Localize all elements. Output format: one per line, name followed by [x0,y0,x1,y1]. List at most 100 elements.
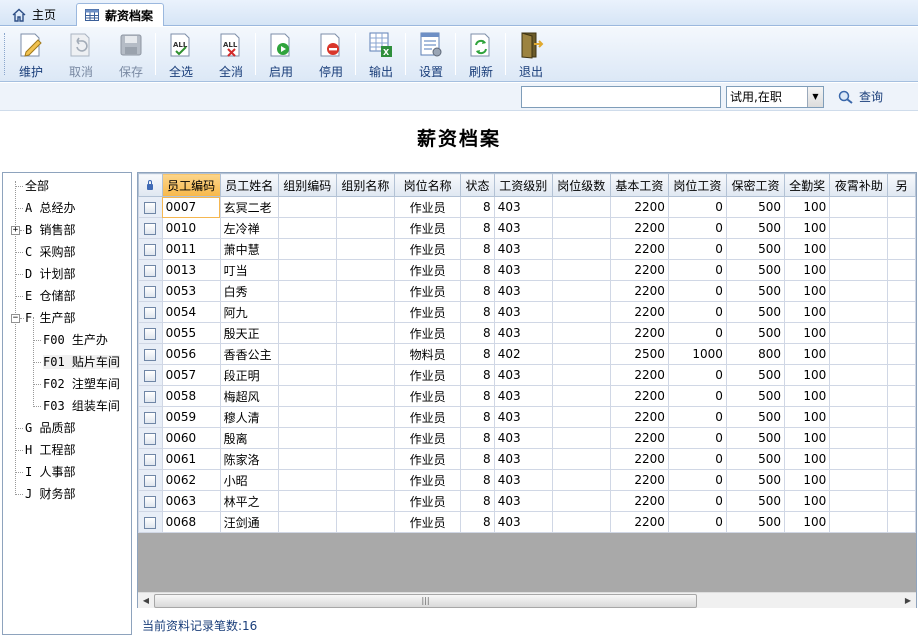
table-cell[interactable] [277,238,337,260]
column-header[interactable]: 岗位级数 [551,173,611,197]
table-cell[interactable]: 500 [725,385,786,407]
table-cell[interactable]: 2200 [609,490,669,512]
column-header[interactable]: 组别编码 [277,173,337,197]
table-cell[interactable]: 阿九 [219,301,279,323]
row-checkbox-cell[interactable] [138,448,163,470]
table-cell[interactable] [829,301,889,323]
chevron-down-icon[interactable]: ▼ [807,87,823,107]
table-cell[interactable]: 作业员 [393,238,462,260]
table-cell[interactable] [887,259,916,281]
table-cell[interactable]: 0 [667,259,727,281]
table-cell[interactable] [335,322,395,344]
table-cell[interactable]: 500 [725,301,786,323]
table-cell[interactable]: 陈家洛 [219,448,279,470]
table-cell[interactable]: 作业员 [393,448,462,470]
tree-item-planning[interactable]: D 计划部 [25,265,75,283]
table-cell[interactable]: 0062 [161,469,221,491]
search-input[interactable] [521,86,721,108]
table-cell[interactable]: 0054 [161,301,221,323]
table-cell[interactable] [551,427,611,449]
table-cell[interactable]: 0053 [161,280,221,302]
table-cell[interactable]: 500 [725,511,786,533]
table-cell[interactable]: 林平之 [219,490,279,512]
column-header[interactable]: 保密工资 [725,173,786,197]
table-cell[interactable]: 2200 [609,196,669,218]
table-cell[interactable] [551,280,611,302]
table-cell[interactable] [551,217,611,239]
table-cell[interactable] [551,259,611,281]
status-filter-select[interactable]: 试用,在职 ▼ [726,86,824,108]
table-cell[interactable]: 100 [783,427,831,449]
table-cell[interactable]: 500 [725,238,786,260]
table-row[interactable]: 0062 小昭 作业员 8 403 2200 0 500 100 [138,469,916,491]
table-cell[interactable] [887,238,916,260]
table-cell[interactable]: 2200 [609,364,669,386]
table-cell[interactable] [829,196,889,218]
tree-item-assembly-workshop[interactable]: F03 组装车间 [43,397,120,415]
table-cell[interactable]: 403 [493,448,553,470]
column-header[interactable]: 另 [887,173,916,197]
table-cell[interactable]: 作业员 [393,280,462,302]
table-row[interactable]: 0055 殷天正 作业员 8 403 2200 0 500 100 [138,322,916,344]
table-row[interactable]: 0007 玄冥二老 作业员 8 403 2200 0 500 100 [138,196,916,218]
table-cell[interactable] [829,280,889,302]
settings-button[interactable]: 设置 [409,30,453,80]
table-cell[interactable] [277,364,337,386]
table-cell[interactable] [277,259,337,281]
column-header[interactable]: 基本工资 [609,173,669,197]
table-cell[interactable]: 8 [460,385,495,407]
table-cell[interactable]: 2200 [609,511,669,533]
table-cell[interactable] [335,511,395,533]
table-cell[interactable] [335,490,395,512]
table-cell[interactable] [335,427,395,449]
row-checkbox[interactable] [144,432,157,445]
table-row[interactable]: 0061 陈家洛 作业员 8 403 2200 0 500 100 [138,448,916,470]
table-cell[interactable]: 2200 [609,259,669,281]
tree-item-hr[interactable]: I 人事部 [25,463,75,481]
table-cell[interactable]: 0 [667,427,727,449]
table-cell[interactable] [335,301,395,323]
table-cell[interactable]: 作业员 [393,322,462,344]
column-header[interactable]: 状态 [460,173,495,197]
table-cell[interactable] [887,511,916,533]
table-cell[interactable] [277,511,337,533]
table-cell[interactable]: 2200 [609,448,669,470]
table-cell[interactable]: 2200 [609,406,669,428]
table-cell[interactable] [277,448,337,470]
table-cell[interactable]: 2200 [609,385,669,407]
row-checkbox-cell[interactable] [138,469,163,491]
table-row[interactable]: 0063 林平之 作业员 8 403 2200 0 500 100 [138,490,916,512]
table-cell[interactable]: 2200 [609,217,669,239]
table-cell[interactable]: 403 [493,217,553,239]
row-checkbox-cell[interactable] [138,385,163,407]
table-cell[interactable] [277,280,337,302]
table-cell[interactable]: 2500 [609,343,669,365]
table-cell[interactable]: 8 [460,511,495,533]
cancel-button[interactable]: 取消 [59,30,103,80]
table-cell[interactable]: 作业员 [393,427,462,449]
table-cell[interactable]: 8 [460,427,495,449]
column-header[interactable]: 夜霄补助 [829,173,889,197]
table-cell[interactable] [829,490,889,512]
table-cell[interactable]: 403 [493,196,553,218]
table-cell[interactable]: 0 [667,385,727,407]
table-cell[interactable] [335,259,395,281]
table-cell[interactable]: 403 [493,364,553,386]
column-header[interactable]: 员工姓名 [219,173,279,197]
table-cell[interactable]: 100 [783,385,831,407]
table-cell[interactable] [829,322,889,344]
table-cell[interactable]: 0058 [161,385,221,407]
table-cell[interactable]: 香香公主 [219,343,279,365]
table-cell[interactable]: 8 [460,469,495,491]
row-checkbox[interactable] [144,285,157,298]
tree-item-production-office[interactable]: F00 生产办 [43,331,108,349]
table-cell[interactable]: 作业员 [393,490,462,512]
row-checkbox-cell[interactable] [138,427,163,449]
table-cell[interactable] [551,196,611,218]
table-cell[interactable] [887,427,916,449]
table-cell[interactable]: 8 [460,448,495,470]
table-cell[interactable]: 叮当 [219,259,279,281]
select-all-header[interactable] [138,173,163,197]
table-row[interactable]: 0060 殷离 作业员 8 403 2200 0 500 100 [138,427,916,449]
table-cell[interactable] [277,490,337,512]
